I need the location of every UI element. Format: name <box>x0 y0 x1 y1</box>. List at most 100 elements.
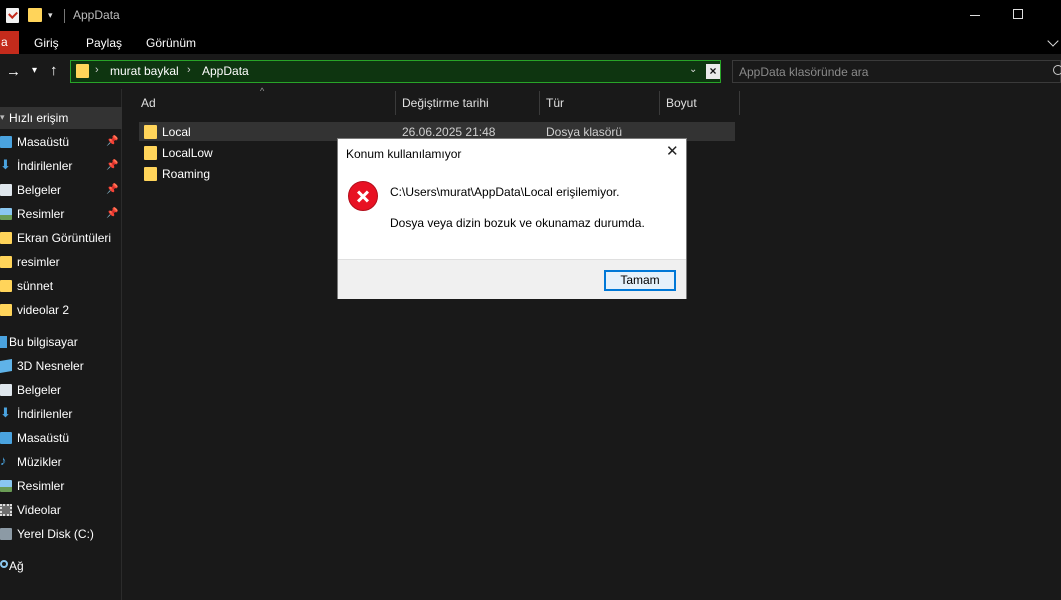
breadcrumb-chevron-icon[interactable]: › <box>187 64 191 76</box>
ok-button[interactable]: Tamam <box>604 270 676 291</box>
column-divider[interactable] <box>395 91 396 115</box>
sidebar-item-documents-pc[interactable]: Belgeler <box>0 379 122 401</box>
file-name: Roaming <box>162 167 211 181</box>
sidebar-item-local-disk[interactable]: Yerel Disk (C:) <box>0 523 122 545</box>
title-separator <box>64 9 65 23</box>
maximize-icon[interactable] <box>1013 9 1023 19</box>
dialog-message-path: C:\Users\murat\AppData\Local erişilemiyo… <box>390 185 620 199</box>
computer-icon <box>0 336 7 348</box>
navigation-pane: ▾ Hızlı erişim Masaüstü 📌 ⬇ İndirilenler… <box>0 89 122 600</box>
desktop-icon <box>0 136 12 148</box>
up-arrow-icon[interactable]: ↑ <box>50 62 58 79</box>
sidebar-item-screenshots[interactable]: Ekran Görüntüleri <box>0 227 122 249</box>
column-divider[interactable] <box>539 91 540 115</box>
file-type: Dosya klasörü <box>546 125 623 139</box>
sidebar-item-downloads-pc[interactable]: ⬇ İndirilenler <box>0 403 122 425</box>
dialog-message-detail: Dosya veya dizin bozuk ve okunamaz durum… <box>390 216 645 230</box>
breadcrumb-user[interactable]: murat baykal <box>110 64 179 78</box>
window-title: AppData <box>73 8 120 22</box>
folder-icon <box>0 304 12 316</box>
file-name: Local <box>162 125 191 139</box>
music-icon: ♪ <box>0 453 7 468</box>
column-header-date[interactable]: Değiştirme tarihi <box>402 96 489 110</box>
folder-icon <box>144 125 157 139</box>
address-bar[interactable]: › murat baykal › AppData ⌄ × <box>70 60 721 83</box>
search-box[interactable]: AppData klasöründe ara <box>732 60 1061 83</box>
error-icon <box>348 181 378 211</box>
sidebar-item-label: Belgeler <box>17 383 62 397</box>
sidebar-item-pictures-pc[interactable]: Resimler <box>0 475 122 497</box>
sidebar-item-documents[interactable]: Belgeler 📌 <box>0 179 122 201</box>
sidebar-item-downloads[interactable]: ⬇ İndirilenler 📌 <box>0 155 122 177</box>
search-placeholder: AppData klasöründe ara <box>739 65 869 79</box>
ribbon-tabs: a Giriş Paylaş Görünüm <box>0 31 1061 54</box>
recent-locations-chevron-icon[interactable]: ▾ <box>32 65 37 76</box>
documents-icon <box>0 184 12 196</box>
sidebar-item-label: Masaüstü <box>17 431 70 445</box>
sidebar-item-label: İndirilenler <box>17 407 73 421</box>
properties-icon[interactable] <box>6 8 19 23</box>
expand-ribbon-chevron-icon[interactable] <box>1047 35 1059 47</box>
sidebar-item-sunnet[interactable]: sünnet <box>0 275 122 297</box>
download-icon: ⬇ <box>0 405 11 420</box>
folder-icon <box>144 146 157 160</box>
column-header-name[interactable]: Ad <box>141 96 156 110</box>
pin-icon: 📌 <box>106 208 119 219</box>
sidebar-item-label: Ekran Görüntüleri <box>17 231 112 245</box>
download-icon: ⬇ <box>0 157 11 172</box>
tab-view[interactable]: Görünüm <box>146 36 196 50</box>
column-divider[interactable] <box>659 91 660 115</box>
folder-icon <box>76 64 89 78</box>
new-folder-icon[interactable] <box>28 8 42 22</box>
customize-quick-access-chevron-icon[interactable]: ▾ <box>48 10 53 21</box>
tab-home[interactable]: Giriş <box>34 36 59 50</box>
minimize-icon[interactable] <box>970 15 980 16</box>
column-header-size[interactable]: Boyut <box>666 96 697 110</box>
sidebar-item-music[interactable]: ♪ Müzikler <box>0 451 122 473</box>
3d-objects-icon <box>0 358 12 374</box>
search-icon[interactable] <box>1053 65 1061 75</box>
sidebar-this-pc[interactable]: Bu bilgisayar <box>0 331 122 353</box>
tab-share[interactable]: Paylaş <box>86 36 122 50</box>
forward-arrow-icon[interactable]: → <box>6 63 21 80</box>
sidebar-item-label: İndirilenler <box>17 159 73 173</box>
column-header-type[interactable]: Tür <box>546 96 564 110</box>
dialog-footer: Tamam <box>338 259 686 299</box>
pictures-icon <box>0 208 12 220</box>
videos-icon <box>0 504 12 516</box>
sidebar-quick-access[interactable]: ▾ Hızlı erişim <box>0 107 122 129</box>
folder-icon <box>0 232 12 244</box>
file-date: 26.06.2025 21:48 <box>402 125 496 139</box>
sidebar-network[interactable]: Ağ <box>0 555 122 577</box>
sidebar-item-label: resimler <box>17 255 60 269</box>
sidebar-item-label: Resimler <box>17 207 65 221</box>
sidebar-item-label: sünnet <box>17 279 54 293</box>
close-icon[interactable]: ✕ <box>666 144 679 160</box>
pictures-icon <box>0 480 12 492</box>
breadcrumb-appdata[interactable]: AppData <box>202 64 249 78</box>
breadcrumb-chevron-icon[interactable]: › <box>95 64 99 76</box>
folder-icon <box>144 167 157 181</box>
sidebar-item-label: Belgeler <box>17 183 62 197</box>
title-bar: ▾ AppData <box>0 0 1061 31</box>
sidebar-item-label: videolar 2 <box>17 303 70 317</box>
close-icon[interactable]: × <box>706 64 720 79</box>
tab-file[interactable]: a <box>0 31 19 54</box>
dialog-title: Konum kullanılamıyor <box>346 147 462 161</box>
column-divider[interactable] <box>739 91 740 115</box>
sidebar-item-desktop[interactable]: Masaüstü 📌 <box>0 131 122 153</box>
sidebar-item-label: 3D Nesneler <box>17 359 84 373</box>
sort-ascending-icon: ^ <box>260 86 265 96</box>
sidebar-item-resimler[interactable]: resimler <box>0 251 122 273</box>
sidebar-item-3d-objects[interactable]: 3D Nesneler <box>0 355 122 377</box>
navigation-bar: → ▾ ↑ › murat baykal › AppData ⌄ × AppDa… <box>0 54 1061 89</box>
sidebar-item-label: Bu bilgisayar <box>9 335 78 349</box>
sidebar-item-videolar-2[interactable]: videolar 2 <box>0 299 122 321</box>
sidebar-item-desktop-pc[interactable]: Masaüstü <box>0 427 122 449</box>
sidebar-item-pictures[interactable]: Resimler 📌 <box>0 203 122 225</box>
sidebar-item-label: Masaüstü <box>17 135 70 149</box>
chevron-down-icon[interactable]: ▾ <box>0 112 5 123</box>
address-history-chevron-icon[interactable]: ⌄ <box>689 64 697 75</box>
sidebar-item-videos[interactable]: Videolar <box>0 499 122 521</box>
sidebar-item-label: Resimler <box>17 479 65 493</box>
